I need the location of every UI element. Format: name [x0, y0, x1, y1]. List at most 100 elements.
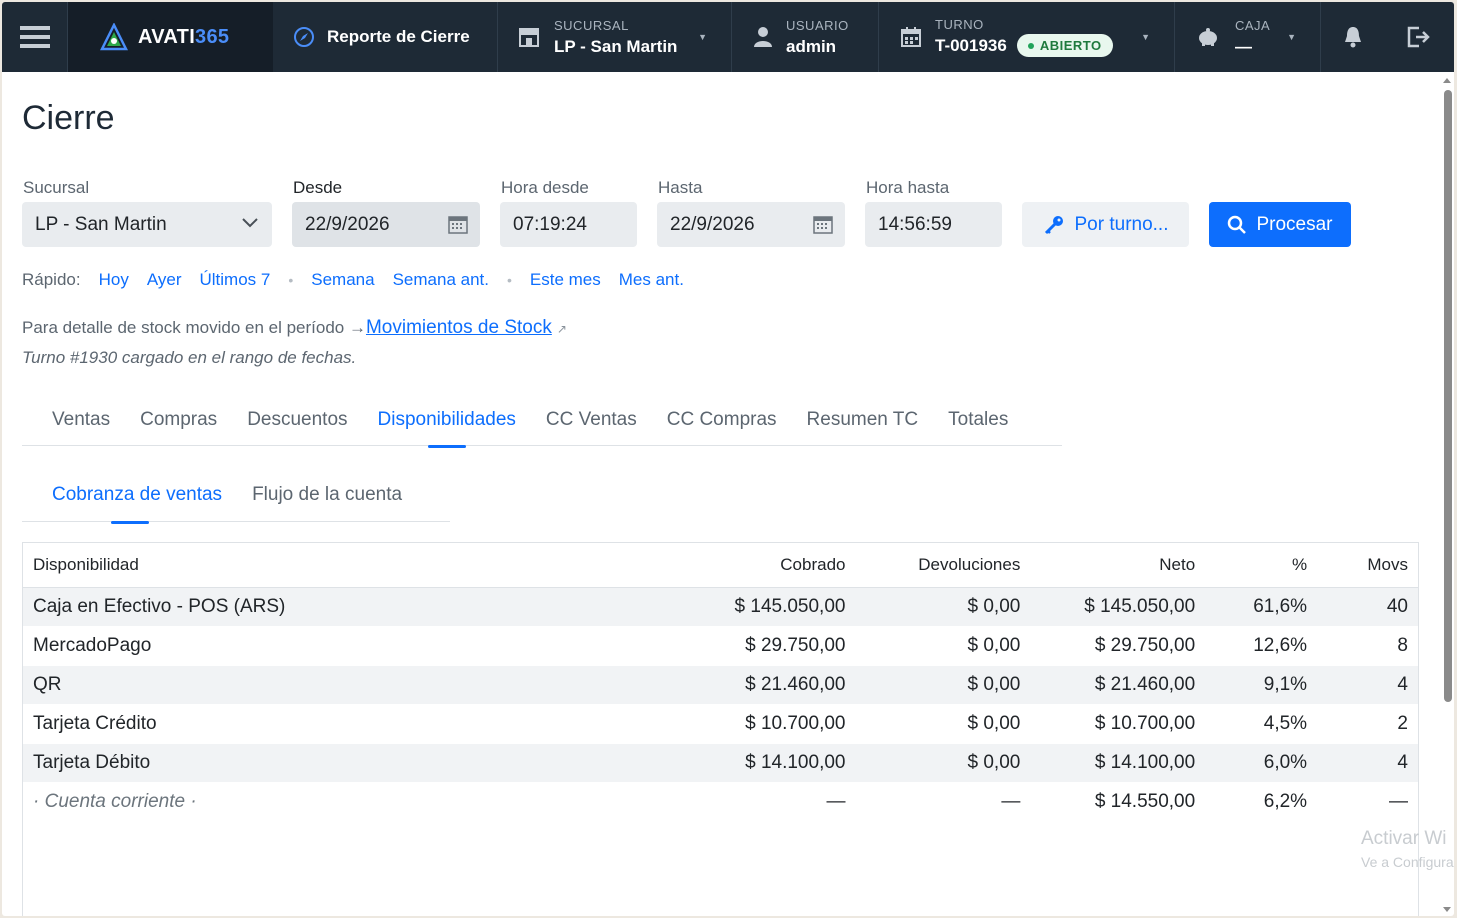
por-turno-button[interactable]: Por turno... — [1022, 202, 1189, 247]
topbar-actions — [1321, 2, 1453, 72]
tab-cc-compras[interactable]: CC Compras — [652, 392, 792, 446]
vertical-scrollbar-thumb[interactable] — [1444, 90, 1452, 702]
col-header-disponibilidad[interactable]: Disponibilidad — [23, 543, 688, 588]
hasta-field-label: Hasta — [658, 178, 703, 197]
cell-neto: $ 21.460,00 — [1030, 665, 1206, 705]
quick-link-hoy[interactable]: Hoy — [99, 270, 129, 290]
tab-disponibilidades[interactable]: Disponibilidades — [363, 392, 531, 448]
cell-cobrado: — — [687, 782, 856, 823]
calendar-icon[interactable] — [448, 214, 468, 234]
cell-neto: $ 10.700,00 — [1030, 704, 1206, 744]
subtab-flujo-cuenta[interactable]: Flujo de la cuenta — [237, 467, 417, 522]
compass-icon — [294, 27, 314, 47]
cell-neto: $ 14.550,00 — [1030, 782, 1206, 823]
col-header-porcentaje[interactable]: % — [1205, 543, 1318, 588]
hamburger-menu-button[interactable] — [2, 2, 68, 72]
caja-value: — — [1235, 36, 1252, 56]
cell-porcentaje: 12,6% — [1205, 626, 1318, 666]
cell-neto: $ 29.750,00 — [1030, 626, 1206, 666]
tab-resumen-tc[interactable]: Resumen TC — [792, 392, 934, 446]
desde-date-input[interactable]: 22/9/2026 — [292, 202, 480, 247]
quick-link-semana[interactable]: Semana — [311, 270, 374, 290]
procesar-button[interactable]: Procesar — [1209, 202, 1351, 247]
subtab-cobranza-ventas[interactable]: Cobranza de ventas — [22, 467, 237, 524]
tab-totales[interactable]: Totales — [933, 392, 1023, 446]
tab-descuentos[interactable]: Descuentos — [232, 392, 362, 446]
hasta-date-input[interactable]: 22/9/2026 — [657, 202, 845, 247]
col-header-devoluciones[interactable]: Devoluciones — [855, 543, 1031, 588]
brand-name: AVATI365 — [138, 25, 230, 48]
search-icon — [1228, 215, 1247, 234]
stock-detail-text: Para detalle de stock movido en el perío… — [22, 318, 366, 337]
desde-date-value: 22/9/2026 — [305, 213, 390, 235]
hasta-date-value: 22/9/2026 — [670, 213, 755, 235]
turno-value: T-001936 — [935, 35, 1007, 55]
cell-cobrado: $ 145.050,00 — [687, 587, 856, 627]
table-row[interactable]: Tarjeta Débito $ 14.100,00 $ 0,00 $ 14.1… — [23, 743, 1418, 783]
table-row-cuenta-corriente[interactable]: · Cuenta corriente · — — $ 14.550,00 6,2… — [23, 782, 1418, 823]
scroll-down-arrow-icon[interactable] — [1443, 907, 1451, 912]
quick-range-links: Rápido: Hoy Ayer Últimos 7 • Semana Sema… — [22, 270, 684, 290]
cell-porcentaje: 9,1% — [1205, 665, 1318, 705]
hora-desde-value: 07:19:24 — [513, 213, 587, 235]
disponibilidades-subtabs: Cobranza de ventas Flujo de la cuenta — [22, 467, 450, 524]
data-table: Disponibilidad Cobrado Devoluciones Neto… — [23, 543, 1418, 823]
usuario-info[interactable]: USUARIO admin — [732, 2, 879, 72]
table-row[interactable]: QR $ 21.460,00 $ 0,00 $ 21.460,00 9,1% 4 — [23, 665, 1418, 705]
hamburger-icon — [19, 26, 50, 48]
quick-link-ultimos-7[interactable]: Últimos 7 — [200, 270, 271, 290]
cell-porcentaje: 6,0% — [1205, 743, 1318, 783]
tab-cc-ventas[interactable]: CC Ventas — [531, 392, 652, 446]
top-navbar: AVATI365 Reporte de Cierre SUCURSAL LP -… — [2, 2, 1454, 72]
procesar-label: Procesar — [1256, 213, 1333, 235]
report-title: Reporte de Cierre — [273, 2, 498, 72]
quick-link-ayer[interactable]: Ayer — [147, 270, 182, 290]
table-row[interactable]: MercadoPago $ 29.750,00 $ 0,00 $ 29.750,… — [23, 626, 1418, 666]
sucursal-select[interactable]: LP - San Martin — [22, 202, 272, 247]
page-title: Cierre — [22, 99, 115, 137]
turno-label: TURNO — [935, 17, 984, 32]
cell-devoluciones: — — [855, 782, 1031, 823]
chevron-down-icon: ▼ — [698, 32, 707, 42]
watermark-line-1: Activar Wi — [1361, 828, 1447, 849]
bell-icon[interactable] — [1343, 26, 1363, 48]
sucursal-selector[interactable]: SUCURSAL LP - San Martin ▼ — [498, 2, 732, 72]
sucursal-field-label: Sucursal — [23, 178, 90, 197]
quick-link-mes-ant[interactable]: Mes ant. — [619, 270, 684, 290]
tab-compras[interactable]: Compras — [125, 392, 232, 446]
calendar-icon[interactable] — [813, 214, 833, 234]
table-row[interactable]: Caja en Efectivo - POS (ARS) $ 145.050,0… — [23, 587, 1418, 627]
hora-hasta-input[interactable]: 14:56:59 — [865, 202, 1002, 247]
piggy-bank-icon — [1197, 27, 1219, 47]
watermark-line-2: Ve a Configura — [1361, 854, 1454, 870]
col-header-cobrado[interactable]: Cobrado — [687, 543, 856, 588]
brand-logo[interactable]: AVATI365 — [68, 2, 273, 72]
table-row[interactable]: Tarjeta Crédito $ 10.700,00 $ 0,00 $ 10.… — [23, 704, 1418, 744]
cell-disponibilidad: Caja en Efectivo - POS (ARS) — [23, 587, 688, 627]
rapido-label: Rápido: — [22, 270, 81, 289]
report-title-text: Reporte de Cierre — [327, 27, 470, 46]
movimientos-stock-link[interactable]: Movimientos de Stock — [366, 317, 552, 338]
col-header-movs[interactable]: Movs — [1317, 543, 1418, 588]
cell-cobrado: $ 14.100,00 — [687, 743, 856, 783]
brand-logo-icon — [100, 23, 128, 51]
quick-link-semana-ant[interactable]: Semana ant. — [393, 270, 489, 290]
tab-ventas[interactable]: Ventas — [22, 392, 125, 446]
col-header-neto[interactable]: Neto — [1030, 543, 1206, 588]
store-icon — [518, 27, 540, 47]
logout-icon[interactable] — [1407, 26, 1431, 48]
status-dot-icon — [1027, 42, 1034, 49]
cell-neto: $ 145.050,00 — [1030, 587, 1206, 627]
cell-disponibilidad: Tarjeta Crédito — [23, 704, 688, 744]
caja-label: CAJA — [1235, 17, 1271, 33]
turno-selector[interactable]: TURNO T-001936 ABIERTO ▼ — [879, 2, 1175, 72]
turno-loaded-note: Turno #1930 cargado en el rango de fecha… — [22, 348, 357, 367]
cell-devoluciones: $ 0,00 — [855, 743, 1031, 783]
cell-movs: 4 — [1317, 743, 1418, 783]
usuario-value: admin — [786, 36, 837, 56]
hora-desde-input[interactable]: 07:19:24 — [500, 202, 637, 247]
chevron-down-icon — [242, 218, 258, 228]
scroll-up-arrow-icon[interactable] — [1443, 78, 1451, 83]
quick-link-este-mes[interactable]: Este mes — [530, 270, 601, 290]
caja-selector[interactable]: CAJA — ▼ — [1175, 2, 1321, 72]
